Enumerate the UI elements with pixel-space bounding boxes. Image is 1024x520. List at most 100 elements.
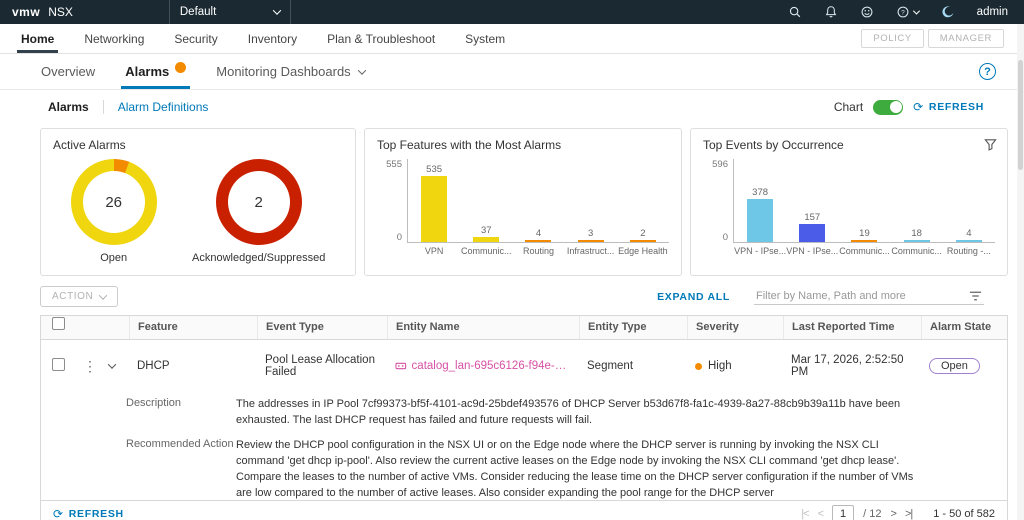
alarm-state-badge[interactable]: Open [929,358,980,374]
tab-monitoring-dashboards-label: Monitoring Dashboards [216,64,350,79]
nav-system[interactable]: System [450,24,520,53]
y-axis-max: 596 [712,159,728,170]
refresh-button[interactable]: ⟳REFRESH [913,100,984,114]
page-tabs: Overview Alarms Monitoring Dashboards ? [0,54,1024,90]
open-alarms-donut[interactable]: 26 Open [71,159,157,264]
cell-entity-name[interactable]: catalog_lan-695c6126-f94e-41... [387,360,579,372]
bar-value-label: 2 [640,228,645,239]
search-icon[interactable] [788,5,802,19]
filter-input[interactable] [756,290,963,302]
chevron-down-icon [99,291,107,299]
manager-mode-button[interactable]: MANAGER [928,29,1004,48]
alarms-subnav: Alarms Alarm Definitions Chart ⟳REFRESH [0,90,1024,122]
previous-page-icon[interactable]: < [818,508,823,520]
alarms-table: Feature Event Type Entity Name Entity Ty… [40,315,1008,520]
recommended-action-text: Review the DHCP pool configuration in th… [236,437,926,500]
description-label: Description [126,396,236,428]
bar [904,240,930,242]
table-toolbar: ACTION EXPAND ALL [0,276,1024,315]
page-help-icon[interactable]: ? [979,63,996,80]
header-feature[interactable]: Feature [129,316,257,339]
cell-severity: High [687,360,783,372]
top-bar-icons: ? admin [788,5,1012,19]
open-alarms-count: 26 [71,159,157,245]
y-axis-min: 0 [723,232,728,243]
table-row[interactable]: ⋮ DHCP Pool Lease Allocation Failed cata… [41,340,1007,392]
filter-icon[interactable] [969,290,982,302]
row-checkbox[interactable] [52,358,65,371]
tab-monitoring-dashboards[interactable]: Monitoring Dashboards [203,64,377,89]
x-axis-label: Communic... [891,246,943,256]
feedback-smiley-icon[interactable] [860,5,874,19]
help-menu-icon[interactable]: ? [896,5,919,19]
charts-row: Active Alarms 26 Open 2 Acknowledged/Sup… [0,122,1024,276]
donut-label-open: Open [100,252,127,264]
collapse-row-chevron-icon[interactable] [108,360,116,368]
subnav-alarm-definitions[interactable]: Alarm Definitions [118,100,209,114]
bar [525,240,551,242]
policy-mode-button[interactable]: POLICY [861,29,923,48]
next-page-icon[interactable]: > [891,508,896,520]
dark-mode-moon-icon[interactable] [941,5,955,19]
bar-column: 18 [891,228,943,242]
nav-networking[interactable]: Networking [69,24,159,53]
notifications-bell-icon[interactable] [824,5,838,19]
header-entity-type[interactable]: Entity Type [579,316,687,339]
x-axis-label: VPN - IPse... [734,246,786,256]
header-entity-name[interactable]: Entity Name [387,316,579,339]
bar-value-label: 157 [804,212,820,223]
nav-plan-troubleshoot[interactable]: Plan & Troubleshoot [312,24,450,53]
tab-overview[interactable]: Overview [28,64,108,89]
project-selector[interactable]: Default [169,0,291,24]
vertical-scrollbar[interactable] [1017,24,1024,520]
table-refresh-button[interactable]: ⟳REFRESH [53,507,124,520]
bar [630,240,656,242]
card-title: Active Alarms [53,138,343,152]
header-event-type[interactable]: Event Type [257,316,387,339]
nav-home-label: Home [21,32,54,46]
main-navigation: Home Networking Security Inventory Plan … [0,24,1024,54]
bar-value-label: 4 [966,228,971,239]
y-axis-max: 555 [386,159,402,170]
bar-column: 4 [943,228,995,242]
bar-column: 37 [460,225,512,242]
filter-box [754,288,984,305]
subnav-alarms[interactable]: Alarms [48,100,89,114]
user-menu[interactable]: admin [977,6,1008,18]
recommended-action-label: Recommended Action [126,437,236,500]
segment-icon [395,360,407,372]
nav-plan-troubleshoot-label: Plan & Troubleshoot [327,32,435,46]
bar-column: 3 [565,228,617,242]
table-header-row: Feature Event Type Entity Name Entity Ty… [41,316,1007,340]
current-page-input[interactable]: 1 [832,505,854,520]
scrollbar-thumb[interactable] [1018,60,1023,170]
row-menu-icon[interactable]: ⋮ [75,358,101,375]
bar-column: 19 [838,228,890,242]
last-page-icon[interactable]: >| [905,508,912,520]
expand-all-button[interactable]: EXPAND ALL [657,291,730,303]
filter-funnel-icon[interactable] [984,138,997,151]
header-last-reported-time[interactable]: Last Reported Time [783,316,921,339]
chart-toggle-switch[interactable] [873,100,903,115]
alarm-alert-badge-icon [175,62,186,73]
action-button[interactable]: ACTION [40,286,118,307]
refresh-icon: ⟳ [53,507,64,520]
tab-alarms[interactable]: Alarms [112,64,199,89]
vmware-logo[interactable]: vmw [12,5,40,19]
header-alarm-state[interactable]: Alarm State [921,316,1007,339]
nav-inventory[interactable]: Inventory [233,24,312,53]
select-all-checkbox[interactable] [52,317,65,330]
nav-inventory-label: Inventory [248,32,297,46]
bar-column: 2 [617,228,669,242]
cell-event-type: Pool Lease Allocation Failed [257,354,387,378]
bar-value-label: 3 [588,228,593,239]
acknowledged-alarms-count: 2 [216,159,302,245]
acknowledged-alarms-donut[interactable]: 2 Acknowledged/Suppressed [192,159,325,264]
nav-security[interactable]: Security [159,24,232,53]
entity-link[interactable]: catalog_lan-695c6126-f94e-41... [412,360,571,372]
first-page-icon[interactable]: |< [801,508,808,520]
nav-home[interactable]: Home [6,24,69,53]
refresh-label: REFRESH [929,101,984,113]
header-severity[interactable]: Severity [687,316,783,339]
chevron-down-icon [273,6,281,14]
